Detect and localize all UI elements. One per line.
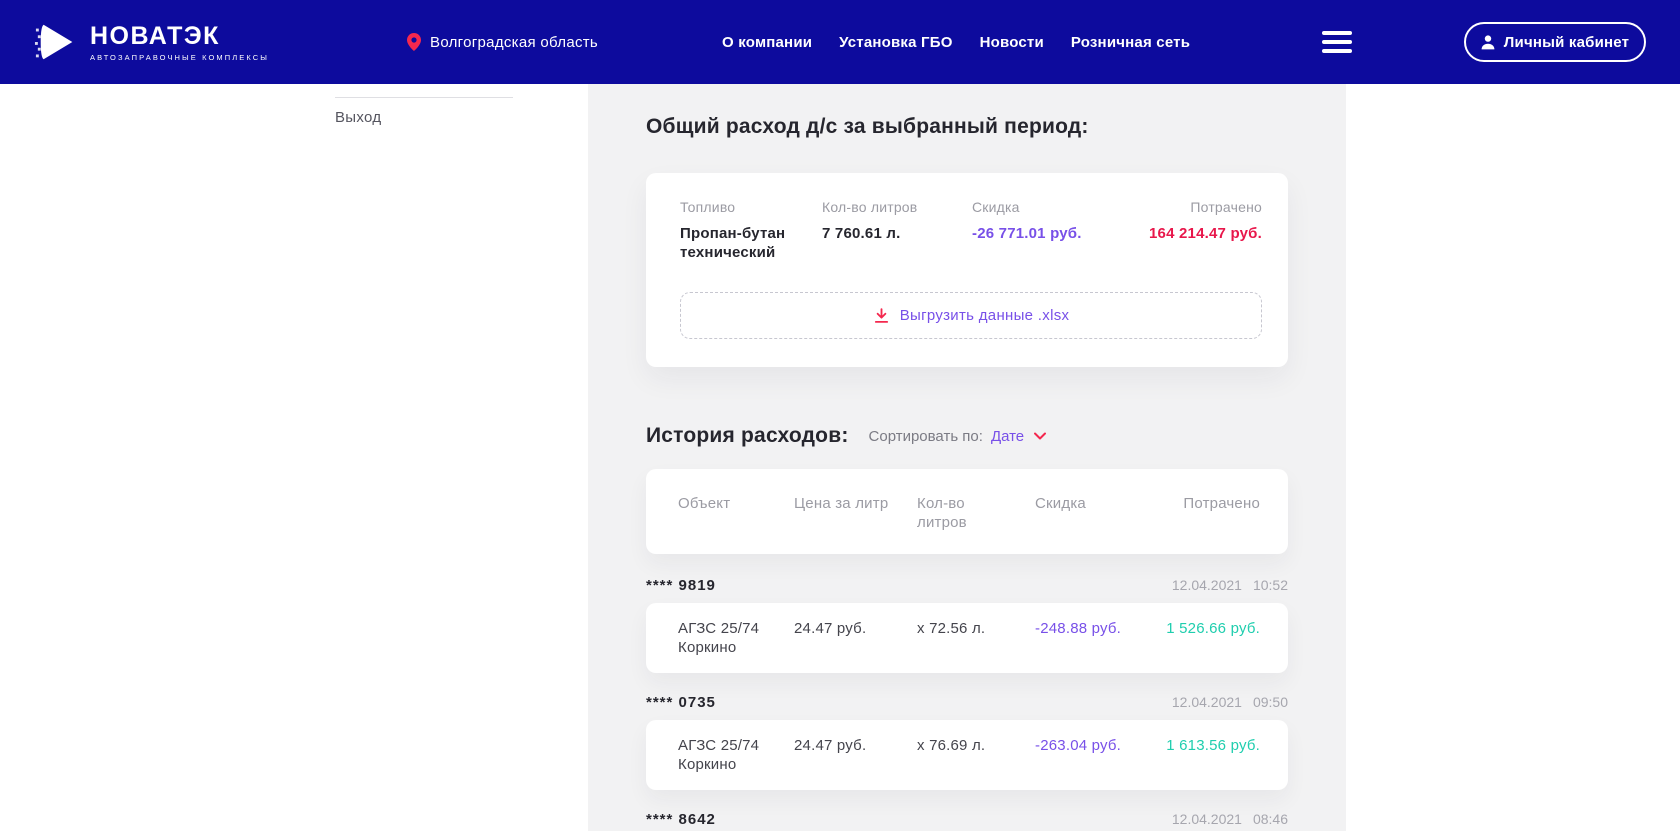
entry-header: **** 9819 12.04.2021 10:52	[646, 577, 1288, 594]
cell-station: АГЗС 25/74 Коркино	[678, 619, 773, 657]
sidebar-logout-link[interactable]: Выход	[335, 109, 381, 126]
history-table-header: Объект Цена за литр Кол-во литров Скидка…	[646, 469, 1288, 554]
map-pin-icon	[407, 33, 421, 51]
summary-label-spent: Потрачено	[1190, 199, 1262, 215]
main-nav: О компании Установка ГБО Новости Розничн…	[722, 34, 1190, 51]
summary-value-fuel: Пропан-бутан технический	[680, 224, 800, 262]
sort-value-link[interactable]: Дате	[991, 428, 1024, 445]
top-navbar: НОВАТЭК АВТОЗАПРАВОЧНЫЕ КОМПЛЕКСЫ Волгог…	[0, 0, 1680, 84]
card-number: **** 8642	[646, 811, 716, 828]
column-discount: Скидка	[1035, 494, 1183, 532]
export-xlsx-label: Выгрузить данные .xlsx	[900, 307, 1070, 324]
nav-item-gbo[interactable]: Установка ГБО	[839, 34, 952, 51]
summary-label-discount: Скидка	[972, 199, 1190, 215]
summary-values-row: Пропан-бутан технический 7 760.61 л. -26…	[680, 224, 1262, 262]
cell-spent: 1 526.66 руб.	[1166, 619, 1260, 657]
entry-time: 08:46	[1253, 811, 1288, 827]
account-button-label: Личный кабинет	[1504, 34, 1629, 51]
entry-date: 12.04.2021	[1172, 694, 1242, 710]
column-price: Цена за литр	[794, 494, 917, 532]
sort-label: Сортировать по:	[869, 428, 983, 445]
content-panel: Общий расход д/с за выбранный период: То…	[588, 84, 1346, 831]
column-liters: Кол-во литров	[917, 494, 987, 532]
logo-title: НОВАТЭК	[90, 23, 269, 49]
cell-liters: х 72.56 л.	[917, 619, 1035, 657]
logo-subtitle: АВТОЗАПРАВОЧНЫЕ КОМПЛЕКСЫ	[90, 53, 269, 62]
card-number: **** 0735	[646, 694, 716, 711]
table-row: АГЗС 25/74 Коркино 24.47 руб. х 76.69 л.…	[646, 720, 1288, 790]
cell-discount: -263.04 руб.	[1035, 736, 1166, 774]
entry-header: **** 8642 12.04.2021 08:46	[646, 811, 1288, 828]
logo-mark-icon	[34, 19, 80, 65]
entry-datetime: 12.04.2021 08:46	[1172, 811, 1288, 827]
nav-item-news[interactable]: Новости	[980, 34, 1044, 51]
summary-label-liters: Кол-во литров	[822, 199, 972, 215]
history-title: История расходов:	[646, 424, 849, 448]
entry-datetime: 12.04.2021 09:50	[1172, 694, 1288, 710]
table-row: АГЗС 25/74 Коркино 24.47 руб. х 72.56 л.…	[646, 603, 1288, 673]
logo-text: НОВАТЭК АВТОЗАПРАВОЧНЫЕ КОМПЛЕКСЫ	[90, 23, 269, 62]
hamburger-menu-icon[interactable]	[1322, 31, 1352, 53]
region-label: Волгоградская область	[430, 34, 598, 51]
card-number: **** 9819	[646, 577, 716, 594]
download-icon	[873, 307, 890, 324]
cell-liters: х 76.69 л.	[917, 736, 1035, 774]
region-selector[interactable]: Волгоградская область	[407, 33, 598, 51]
sort-control: Сортировать по: Дате	[869, 428, 1047, 445]
summary-card: Топливо Кол-во литров Скидка Потрачено П…	[646, 173, 1288, 367]
nav-item-retail[interactable]: Розничная сеть	[1071, 34, 1190, 51]
entry-header: **** 0735 12.04.2021 09:50	[646, 694, 1288, 711]
summary-title: Общий расход д/с за выбранный период:	[646, 115, 1288, 139]
summary-value-spent: 164 214.47 руб.	[1149, 224, 1262, 262]
logo[interactable]: НОВАТЭК АВТОЗАПРАВОЧНЫЕ КОМПЛЕКСЫ	[34, 19, 269, 65]
cell-station: АГЗС 25/74 Коркино	[678, 736, 773, 774]
account-button[interactable]: Личный кабинет	[1464, 22, 1646, 62]
history-header: История расходов: Сортировать по: Дате	[646, 424, 1288, 448]
column-object: Объект	[678, 494, 794, 532]
summary-label-fuel: Топливо	[680, 199, 822, 215]
entry-datetime: 12.04.2021 10:52	[1172, 577, 1288, 593]
entry-time: 10:52	[1253, 577, 1288, 593]
export-xlsx-button[interactable]: Выгрузить данные .xlsx	[680, 292, 1262, 339]
cell-price: 24.47 руб.	[794, 619, 917, 657]
column-spent: Потрачено	[1183, 494, 1260, 532]
page-body: Выход Общий расход д/с за выбранный пери…	[0, 84, 1680, 831]
nav-item-about[interactable]: О компании	[722, 34, 812, 51]
cell-spent: 1 613.56 руб.	[1166, 736, 1260, 774]
summary-labels-row: Топливо Кол-во литров Скидка Потрачено	[680, 199, 1262, 215]
chevron-down-icon[interactable]	[1034, 432, 1046, 440]
summary-value-liters: 7 760.61 л.	[822, 224, 972, 262]
entry-time: 09:50	[1253, 694, 1288, 710]
entry-date: 12.04.2021	[1172, 811, 1242, 827]
summary-value-discount: -26 771.01 руб.	[972, 224, 1149, 262]
sidebar-divider	[335, 97, 513, 98]
cell-price: 24.47 руб.	[794, 736, 917, 774]
user-icon	[1481, 35, 1495, 50]
entry-date: 12.04.2021	[1172, 577, 1242, 593]
cell-discount: -248.88 руб.	[1035, 619, 1166, 657]
